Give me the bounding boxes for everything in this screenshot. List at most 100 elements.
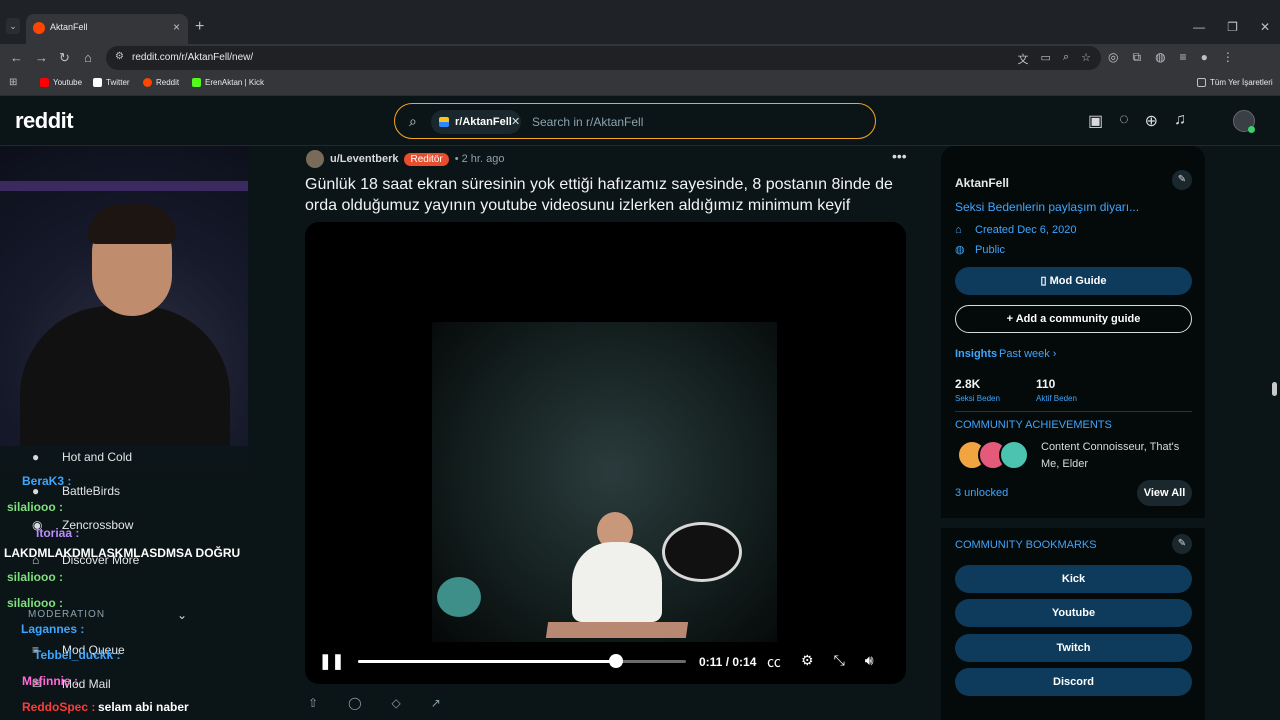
- home-button[interactable]: ⌂: [84, 50, 92, 65]
- bookmarks-heading: COMMUNITY BOOKMARKS: [955, 539, 1097, 551]
- comment-icon[interactable]: ◯: [348, 696, 361, 710]
- post-author[interactable]: u/Leventberk: [330, 153, 398, 165]
- game-icon: ●: [32, 450, 40, 464]
- post-actions: ⇧ ◯ ◇ ↗: [308, 696, 441, 710]
- fullscreen-icon[interactable]: ⤡: [834, 652, 845, 672]
- past-week-dropdown[interactable]: Past week ›: [999, 348, 1056, 360]
- new-tab-button[interactable]: +: [195, 18, 204, 36]
- share-icon[interactable]: ↗: [431, 696, 441, 710]
- bookmark-kick[interactable]: ErenAktan | Kick: [192, 78, 264, 87]
- author-avatar[interactable]: [306, 150, 324, 168]
- bookmark-twitch-button[interactable]: Twitch: [955, 634, 1192, 662]
- bookmark-star-icon[interactable]: ☆: [1081, 51, 1091, 67]
- online-count: 110: [1036, 377, 1056, 391]
- tab-search-button[interactable]: ⌄: [6, 18, 20, 34]
- bookmark-youtube[interactable]: Youtube: [40, 78, 82, 87]
- browser-menu-icon[interactable]: ⋮: [1222, 50, 1234, 65]
- award-icon[interactable]: ◇: [392, 696, 401, 710]
- subreddit-search-chip[interactable]: r/AktanFell ✕: [431, 110, 521, 134]
- reddit-logo[interactable]: reddit: [15, 108, 74, 134]
- translate-icon[interactable]: 文: [1018, 51, 1029, 67]
- video-seek-bar[interactable]: [358, 654, 686, 668]
- pause-icon[interactable]: ❚❚: [319, 652, 344, 670]
- extension-icons: ◎ ⧉ ◍ ≡ ● ⋮: [1108, 50, 1234, 65]
- bookmark-youtube-button[interactable]: Youtube: [955, 599, 1192, 627]
- create-post-icon[interactable]: ⊕: [1145, 111, 1158, 131]
- reload-button[interactable]: ↻: [59, 50, 70, 66]
- video-player[interactable]: ❚❚ 0:11 / 0:14 ㏄ ⚙ ⤡ 🔊︎: [305, 222, 906, 684]
- forward-button[interactable]: →: [35, 50, 48, 65]
- add-community-guide-button[interactable]: + Add a community guide: [955, 305, 1192, 333]
- search-bar[interactable]: ⌕ r/AktanFell ✕ Search in r/AktanFell: [394, 103, 876, 139]
- view-all-button[interactable]: View All: [1137, 480, 1192, 506]
- online-label: Aktif Beden: [1036, 394, 1077, 403]
- tab-title: AktanFell: [50, 22, 88, 32]
- moderation-section-label: MODERATION: [28, 609, 106, 620]
- search-placeholder: Search in r/AktanFell: [532, 115, 644, 129]
- chip-close-icon[interactable]: ✕: [511, 115, 520, 128]
- edit-pencil-icon[interactable]: ✎: [1172, 170, 1192, 190]
- chat-user: silaliooo :: [7, 596, 64, 610]
- post-title[interactable]: Günlük 18 saat ekran süresinin yok ettiğ…: [305, 174, 905, 216]
- chat-user: BeraK3 :: [22, 474, 72, 488]
- bookmark-reddit[interactable]: Reddit: [143, 78, 179, 87]
- notification-bell-icon[interactable]: ♫: [1174, 111, 1186, 131]
- tab-close-icon[interactable]: ×: [173, 20, 180, 34]
- cast-icon[interactable]: ▭: [1041, 51, 1051, 67]
- page-scrollbar[interactable]: [1269, 146, 1280, 720]
- insights-label[interactable]: Insights: [955, 348, 997, 360]
- browser-toolbar: ← → ↻ ⌂ ⚙ reddit.com/r/AktanFell/new/ 文 …: [0, 44, 1280, 72]
- bookmark-kick-button[interactable]: Kick: [955, 565, 1192, 593]
- browser-tab-bar: ⌄ AktanFell × + — ❐ ✕: [0, 0, 1280, 44]
- extension-icon[interactable]: ◎: [1108, 50, 1118, 65]
- mod-guide-button[interactable]: ▯ Mod Guide: [955, 267, 1192, 295]
- puzzle-icon[interactable]: ⧉: [1132, 50, 1141, 65]
- address-bar[interactable]: ⚙ reddit.com/r/AktanFell/new/ 文 ▭ ⌕ ☆: [106, 46, 1101, 70]
- apps-icon[interactable]: ⊞: [9, 77, 17, 88]
- chevron-down-icon[interactable]: ⌄: [177, 608, 187, 622]
- bookmark-twitter[interactable]: Twitter: [93, 78, 130, 87]
- profile-icon[interactable]: ●: [1201, 50, 1208, 65]
- user-flair-badge: Reditör: [404, 152, 449, 166]
- bookmark-discord-button[interactable]: Discord: [955, 668, 1192, 696]
- performer: [572, 542, 662, 622]
- chat-icon[interactable]: ◌: [1119, 111, 1129, 131]
- visibility: ◍ Public: [955, 243, 1005, 257]
- scrollbar-thumb[interactable]: [1272, 382, 1277, 396]
- kick-icon: [192, 78, 201, 87]
- x-icon: [93, 78, 102, 87]
- unlocked-count: 3 unlocked: [955, 487, 1009, 499]
- video-controls: ❚❚ 0:11 / 0:14 ㏄ ⚙ ⤡ 🔊︎: [305, 640, 906, 684]
- volume-icon[interactable]: 🔊︎: [865, 652, 874, 672]
- back-button[interactable]: ←: [10, 50, 23, 65]
- chat-user: Lagannes :: [21, 622, 85, 636]
- captions-icon[interactable]: ㏄: [767, 652, 781, 672]
- seek-progress: [358, 660, 616, 663]
- browser-tab[interactable]: AktanFell ×: [26, 14, 188, 44]
- reddit-favicon-icon: [33, 22, 45, 34]
- streamer-body: [20, 306, 230, 446]
- minimize-button[interactable]: —: [1193, 20, 1205, 34]
- advertise-icon[interactable]: ▣: [1088, 111, 1103, 131]
- close-window-button[interactable]: ✕: [1260, 20, 1270, 34]
- edit-bookmarks-icon[interactable]: ✎: [1172, 534, 1192, 554]
- url-text: reddit.com/r/AktanFell/new/: [132, 52, 254, 63]
- zoom-icon[interactable]: ⌕: [1063, 51, 1069, 67]
- cymbal: [437, 577, 481, 617]
- all-bookmarks[interactable]: Tüm Yer İşaretleri: [1197, 78, 1273, 87]
- incognito-icon[interactable]: ◍: [1155, 50, 1165, 65]
- community-sidebar: AktanFell ✎ Seksi Bedenlerin paylaşım di…: [941, 146, 1205, 720]
- chat-user: silaliooo :: [7, 570, 64, 584]
- chat-user: silaliooo :: [7, 500, 64, 514]
- seek-handle[interactable]: [608, 654, 623, 668]
- site-info-icon[interactable]: ⚙: [115, 51, 124, 62]
- guide-icon: ▯: [1040, 275, 1050, 287]
- media-icon[interactable]: ≡: [1180, 50, 1187, 65]
- more-options-icon[interactable]: •••: [892, 148, 907, 164]
- upvote-icon[interactable]: ⇧: [308, 696, 318, 710]
- restore-button[interactable]: ❐: [1227, 20, 1238, 34]
- settings-gear-icon[interactable]: ⚙: [801, 652, 814, 672]
- menu-hot-and-cold[interactable]: Hot and Cold: [62, 450, 132, 464]
- chat-message: LAKDMLAKDMLASKMLASDMSA DOĞRU: [4, 546, 241, 560]
- achievements-heading: COMMUNITY ACHIEVEMENTS: [955, 419, 1112, 431]
